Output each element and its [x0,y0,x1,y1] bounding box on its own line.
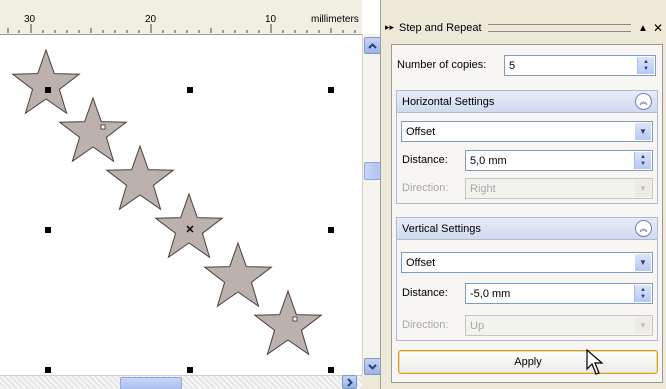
close-icon[interactable]: ✕ [652,21,664,35]
drawing-canvas-area: 30 20 10 millimeters [0,0,381,389]
scroll-thumb[interactable] [364,162,381,180]
vertical-direction-select[interactable]: Up ▼ [465,315,653,336]
drawing-surface[interactable] [0,35,362,375]
chevron-up-icon[interactable]: ▲ [640,154,646,161]
chevron-up-icon [368,42,377,49]
horizontal-scroll-thumb[interactable] [120,377,182,389]
horizontal-settings-title: Horizontal Settings [402,95,495,108]
chevron-up-icon[interactable]: ▲ [640,287,646,294]
selection-handle[interactable] [45,87,51,93]
scroll-up-button[interactable] [364,37,381,54]
star-shape[interactable] [12,49,80,114]
ruler-ticks [7,24,356,33]
selection-handle[interactable] [328,227,334,233]
selection-handle[interactable] [45,367,51,373]
vertical-direction-value: Up [470,319,485,332]
horizontal-ruler[interactable]: 30 20 10 millimeters [0,0,362,35]
ruler-label-10: 10 [265,14,277,25]
chevron-down-icon[interactable]: ▼ [635,123,651,140]
copies-spin-buttons[interactable]: ▲ ▼ [637,57,654,74]
docker-collapse-icon[interactable]: ▲ [637,23,649,34]
apply-button[interactable]: Apply [398,350,658,374]
scroll-right-button[interactable] [342,375,357,389]
ruler-label-30: 30 [24,14,36,25]
vertical-mode-value: Offset [406,256,436,269]
app-window: 30 20 10 millimeters ▸▸ Step and Repeat … [0,0,666,389]
copies-label: Number of copies: [397,59,487,71]
vertical-settings-title: Vertical Settings [402,222,481,235]
selection-handle[interactable] [187,87,193,93]
copies-row: Number of copies: [397,59,486,71]
step-and-repeat-docker: ▸▸ Step and Repeat ▲ ✕ Number of copies:… [380,0,666,389]
mouse-cursor-icon [586,349,604,375]
star-shape[interactable] [59,97,127,162]
vertical-distance-stepper[interactable]: -5,0 mm ▲ ▼ [465,283,653,304]
horizontal-settings-header[interactable]: Horizontal Settings ︽ [397,91,657,113]
vertical-distance-value[interactable]: -5,0 mm [466,288,634,300]
ruler-unit-label: millimeters [311,14,359,25]
ruler-label-20: 20 [145,14,157,25]
copies-stepper[interactable]: 5 ▲ ▼ [504,55,656,76]
selection-handle[interactable] [45,227,51,233]
star-shape[interactable] [204,242,272,307]
horizontal-settings-section: Horizontal Settings ︽ Offset ▼ Distance:… [396,90,658,204]
horizontal-distance-stepper[interactable]: 5,0 mm ▲ ▼ [465,150,653,171]
docker-body: Number of copies: 5 ▲ ▼ Horizontal Settin… [391,44,663,383]
node-marker [100,124,106,130]
docker-header[interactable]: ▸▸ Step and Repeat ▲ ✕ [381,18,666,38]
docker-expand-icon[interactable]: ▸▸ [385,22,394,33]
docker-grip[interactable] [487,24,631,32]
horizontal-distance-value[interactable]: 5,0 mm [466,155,634,167]
star-shape[interactable] [106,145,174,210]
chevron-down-icon[interactable]: ▼ [635,317,651,334]
vertical-settings-section: Vertical Settings ︽ Offset ▼ Distance: -… [396,217,658,341]
scroll-corner [342,375,380,389]
horizontal-direction-value: Right [470,182,496,195]
vertical-settings-header[interactable]: Vertical Settings ︽ [397,218,657,240]
star-shape[interactable] [155,193,223,258]
selection-handle[interactable] [328,87,334,93]
chevron-down-icon[interactable]: ▼ [635,254,651,271]
collapse-up-icon[interactable]: ︽ [635,220,652,237]
collapse-up-icon[interactable]: ︽ [635,93,652,110]
selection-handle[interactable] [328,367,334,373]
chevron-down-icon[interactable]: ▼ [643,66,649,73]
horizontal-scrollbar[interactable] [0,375,362,389]
horizontal-mode-select[interactable]: Offset ▼ [401,121,653,142]
chevron-down-icon[interactable]: ▼ [640,294,646,301]
horizontal-mode-value: Offset [406,125,436,138]
docker-title: Step and Repeat [399,22,482,34]
chevron-down-icon[interactable]: ▼ [635,180,651,197]
horizontal-direction-select[interactable]: Right ▼ [465,178,653,199]
copies-value[interactable]: 5 [505,60,637,72]
horizontal-direction-label: Direction: [402,182,449,194]
chevron-right-icon [346,377,353,387]
scroll-down-button[interactable] [364,358,381,375]
horizontal-distance-label: Distance: [402,154,448,166]
chevron-down-icon[interactable]: ▼ [640,161,646,168]
vertical-direction-label: Direction: [402,319,449,331]
vertical-mode-select[interactable]: Offset ▼ [401,252,653,273]
star-shape[interactable] [254,290,322,355]
vertical-distance-label: Distance: [402,287,448,299]
vertical-scrollbar[interactable] [362,34,381,375]
horizontal-distance-spin-buttons[interactable]: ▲ ▼ [634,152,651,169]
chevron-down-icon [368,363,377,370]
selection-handle[interactable] [187,367,193,373]
node-marker [292,316,298,322]
chevron-up-icon[interactable]: ▲ [643,59,649,66]
vertical-distance-spin-buttons[interactable]: ▲ ▼ [634,285,651,302]
